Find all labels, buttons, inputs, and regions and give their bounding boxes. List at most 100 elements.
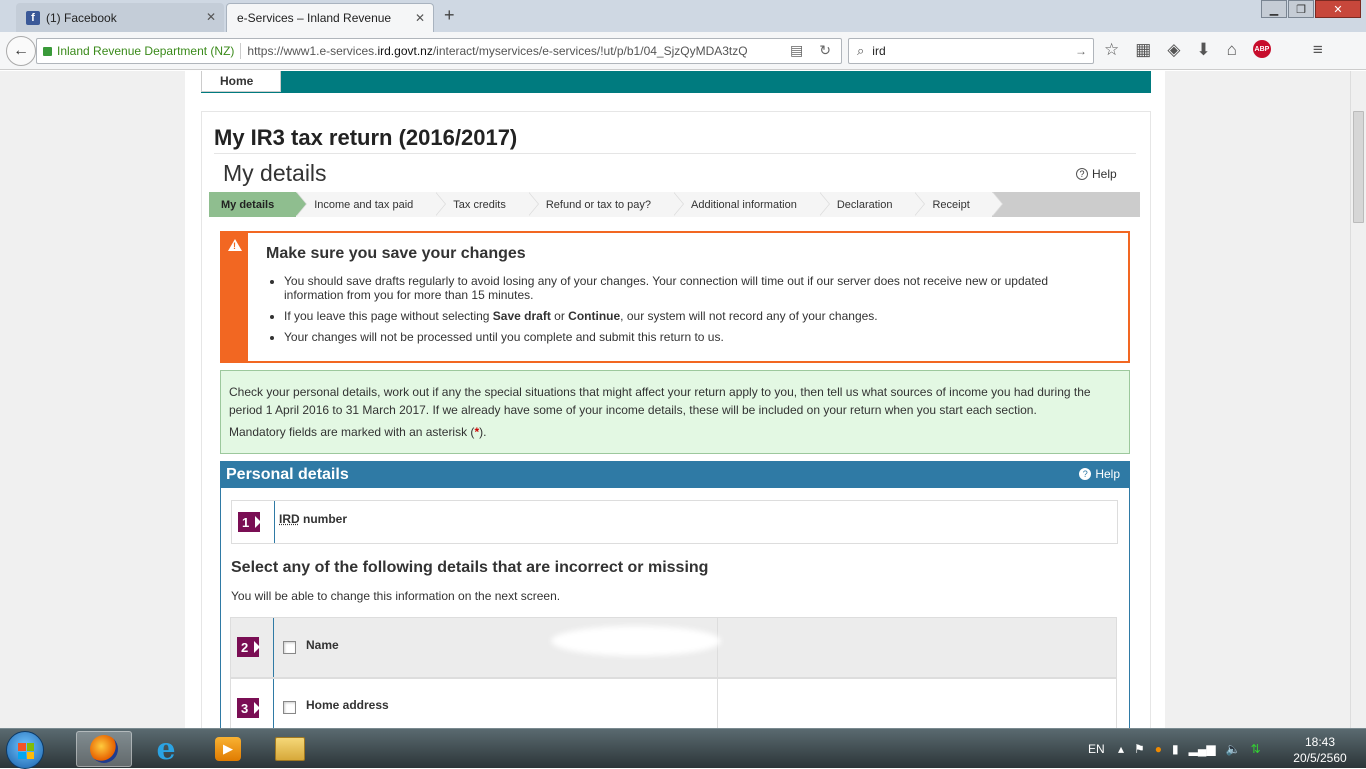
clock-time: 18:43 <box>1304 735 1336 749</box>
arrow-left-icon: ← <box>13 42 29 59</box>
redacted-value <box>472 507 582 535</box>
question-number: 1 <box>232 501 275 543</box>
volume-icon[interactable]: 🔈 <box>1226 742 1241 756</box>
page-scrollbar[interactable] <box>1350 71 1366 728</box>
reload-icon[interactable]: ↻ <box>819 42 831 59</box>
sync-icon[interactable]: ⇅ <box>1251 742 1261 756</box>
step-refund-or-tax-to-pay[interactable]: Refund or tax to pay? <box>527 192 685 217</box>
search-value: ird <box>872 44 886 58</box>
home-address-label: Home address <box>306 698 389 712</box>
adblock-icon[interactable]: ABP <box>1252 40 1271 58</box>
internet-explorer-icon: e <box>156 731 176 767</box>
browser-tab-bar: f (1) Facebook ✕ e-Services – Inland Rev… <box>0 0 1366 32</box>
site-identity[interactable]: Inland Revenue Department (NZ) <box>57 44 234 58</box>
menu-icon[interactable]: ≡ <box>1313 40 1323 60</box>
browser-nav-bar: ← i Inland Revenue Department (NZ) https… <box>0 32 1366 364</box>
battery-icon[interactable]: ▮ <box>1172 742 1179 756</box>
start-button[interactable] <box>6 731 44 769</box>
personal-details-header: Personal details ? Help <box>220 461 1130 488</box>
warning-list: You should save drafts regularly to avoi… <box>284 274 1104 351</box>
bookmark-star-icon[interactable]: ☆ <box>1104 40 1119 60</box>
step-my-details[interactable]: My details <box>209 192 308 217</box>
search-icon: ⌕ <box>857 43 865 58</box>
url-bar[interactable]: i Inland Revenue Department (NZ) https:/… <box>36 38 842 364</box>
list-item: You should save drafts regularly to avoi… <box>284 274 1104 302</box>
back-button[interactable]: ← <box>6 36 36 66</box>
url-text[interactable]: https://www1.e-services.ird.govt.nz/inte… <box>247 44 747 58</box>
tab-eservices-label: e-Services – Inland Revenue <box>237 11 392 25</box>
url-separator <box>240 43 242 59</box>
list-item: Your changes will not be processed until… <box>284 330 1104 344</box>
lock-icon <box>43 46 52 56</box>
question-name: 2 Name <box>230 617 1117 678</box>
warning-exclamation: ! <box>233 241 236 251</box>
reader-view-icon[interactable]: ▤ <box>790 42 803 59</box>
language-indicator[interactable]: EN <box>1088 729 1105 769</box>
download-icon[interactable]: ⬇ <box>1196 40 1210 60</box>
taskbar-firefox[interactable] <box>76 731 132 767</box>
page-body: Home My IR3 tax return (2016/2017) My de… <box>185 71 1165 728</box>
warning-bar: ! <box>222 233 248 361</box>
new-tab-button[interactable]: + <box>444 5 455 26</box>
window-close-button[interactable]: ✕ <box>1315 0 1361 18</box>
system-tray: ▴ ⚑ ● ▮ ▂▄▆ 🔈 ⇅ <box>1118 729 1261 769</box>
pocket-icon[interactable]: ◈ <box>1167 40 1180 60</box>
question-badge: 3 <box>237 698 260 718</box>
search-input[interactable]: ⌕ ird → <box>848 38 1094 64</box>
arrow-right-icon[interactable]: → <box>1075 44 1087 58</box>
step-declaration[interactable]: Declaration <box>818 192 926 217</box>
info-text: Check your personal details, work out if… <box>229 385 1091 417</box>
divider <box>717 618 718 677</box>
tab-facebook[interactable]: f (1) Facebook ✕ <box>16 3 224 32</box>
name-label: Name <box>306 638 339 652</box>
close-icon[interactable]: ✕ <box>206 10 216 24</box>
name-checkbox[interactable] <box>283 641 296 654</box>
toolbar-icons: ☆ ▦ ◈ ⬇ ⌂ ABP ≡ <box>1104 40 1323 60</box>
minimize-button[interactable]: ▁ <box>1261 0 1287 18</box>
home-address-checkbox[interactable] <box>283 701 296 714</box>
media-player-icon: ▶ <box>215 737 241 761</box>
question-number: 2 <box>231 618 274 677</box>
mandatory-note: Mandatory fields are marked with an aste… <box>229 425 487 439</box>
facebook-icon: f <box>26 10 40 25</box>
maximize-button[interactable]: ❐ <box>1288 0 1314 18</box>
app-tray-icon[interactable]: ● <box>1155 742 1162 756</box>
windows-logo-icon <box>18 743 34 759</box>
personal-help-link[interactable]: ? Help <box>1079 467 1120 481</box>
home-icon[interactable]: ⌂ <box>1227 40 1237 60</box>
taskbar-explorer[interactable] <box>262 731 318 767</box>
save-warning: ! Make sure you save your changes You sh… <box>220 231 1130 363</box>
chevron-up-icon[interactable]: ▴ <box>1118 742 1124 756</box>
bookmarks-list-icon[interactable]: ▦ <box>1135 40 1151 60</box>
taskbar-ie[interactable]: e <box>138 731 194 767</box>
page-viewport: Home My IR3 tax return (2016/2017) My de… <box>0 71 1350 728</box>
divider <box>214 153 1136 154</box>
step-income-and-tax-paid[interactable]: Income and tax paid <box>296 192 447 217</box>
clock[interactable]: 18:43 20/5/2560 <box>1290 734 1350 766</box>
clock-date: 20/5/2560 <box>1293 751 1347 765</box>
warning-title: Make sure you save your changes <box>266 245 526 262</box>
select-heading: Select any of the following details that… <box>231 559 709 576</box>
step-receipt[interactable]: Receipt <box>914 192 1004 217</box>
question-icon: ? <box>1076 168 1088 180</box>
question-number: 3 <box>231 679 274 728</box>
firefox-icon <box>90 735 118 763</box>
page-title: My IR3 tax return (2016/2017) <box>214 125 518 150</box>
step-tax-credits[interactable]: Tax credits <box>435 192 539 217</box>
url-bar-actions: ▤ ↻ <box>790 42 831 59</box>
tab-eservices[interactable]: e-Services – Inland Revenue ✕ <box>226 3 434 32</box>
taskbar-media-player[interactable]: ▶ <box>200 731 256 767</box>
site-top-nav: Home <box>201 71 1151 93</box>
help-link[interactable]: ? Help <box>1076 167 1117 181</box>
folder-icon <box>275 737 305 761</box>
close-icon[interactable]: ✕ <box>415 11 425 25</box>
scrollbar-thumb[interactable] <box>1353 111 1364 223</box>
step-additional-information[interactable]: Additional information <box>673 192 830 217</box>
action-center-icon[interactable]: ⚑ <box>1134 742 1145 756</box>
network-icon[interactable]: ▂▄▆ <box>1189 742 1216 756</box>
question-home-address: 3 Home address <box>230 678 1117 728</box>
section-title: My details <box>223 160 327 186</box>
home-tab[interactable]: Home <box>201 71 281 92</box>
redacted-value <box>551 626 721 656</box>
